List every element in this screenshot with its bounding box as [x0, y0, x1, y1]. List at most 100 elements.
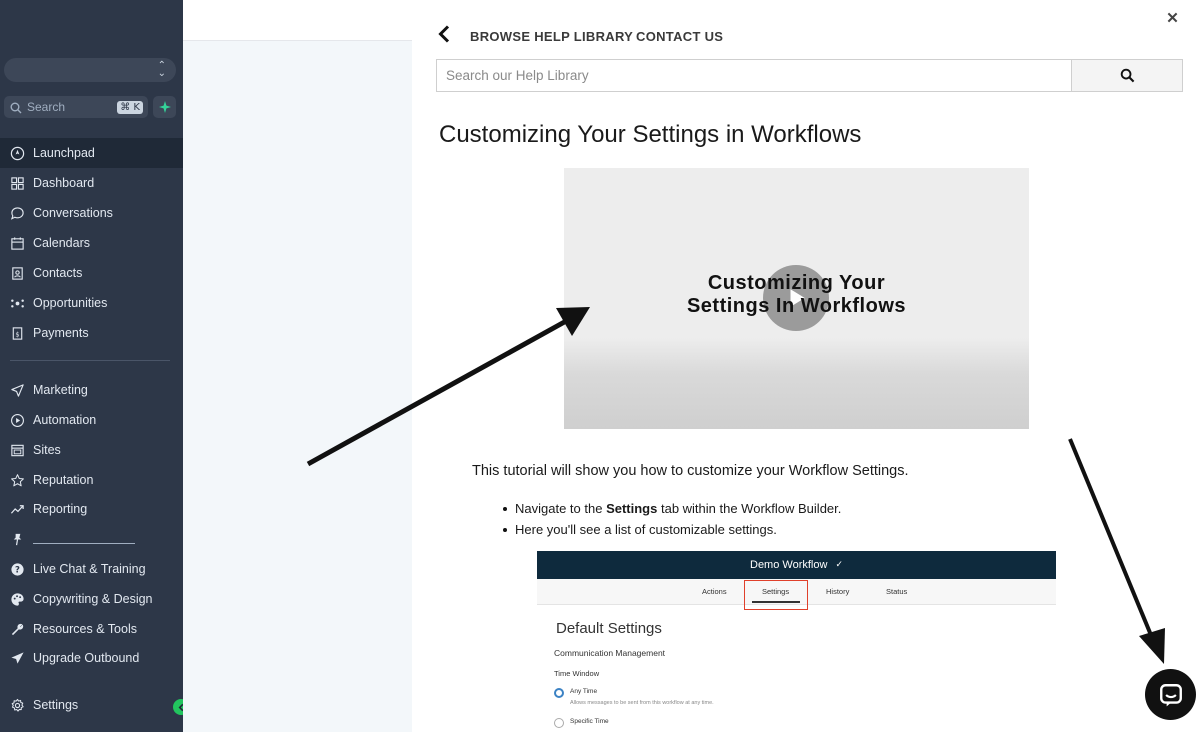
embed-tab-history: History [826, 587, 850, 596]
automation-play-icon [10, 413, 25, 428]
search-shortcut-badge: ⌘ K [117, 100, 143, 114]
embed-tab-status: Status [886, 587, 908, 596]
sidebar-item-label: Launchpad [33, 146, 95, 160]
rocket-icon [10, 146, 25, 161]
embedded-screenshot: Demo Workflow ✓ Actions Settings History… [537, 551, 1056, 732]
sidebar-item-label: Payments [33, 326, 89, 340]
sidebar-item-label: Marketing [33, 383, 88, 397]
sidebar-item-automation[interactable]: Automation [0, 405, 183, 435]
switcher-caret-icon: ⌃ ⌄ [157, 60, 166, 79]
sidebar-item-calendars[interactable]: Calendars [0, 228, 183, 258]
search-icon [10, 101, 22, 114]
sidebar-item-pinned[interactable] [0, 524, 183, 554]
browse-help-library-link[interactable]: BROWSE HELP LIBRARY [470, 29, 633, 44]
radio-any-time [554, 688, 564, 698]
sidebar-item-label: Opportunities [33, 296, 108, 310]
sidebar-item-sites[interactable]: Sites [0, 435, 183, 465]
sidebar-item-label: Reporting [33, 502, 88, 516]
bullet-text: Navigate to the Settings tab within the … [515, 501, 841, 516]
article-bullet-list: Navigate to the Settings tab within the … [503, 498, 841, 540]
contact-us-link[interactable]: CONTACT US [636, 29, 723, 44]
video-player[interactable]: Customizing Your Settings In Workflows [564, 168, 1029, 429]
sites-window-icon [10, 443, 25, 458]
sidebar-item-marketing[interactable]: Marketing [0, 375, 183, 405]
sparkle-icon [158, 101, 171, 113]
list-item: Navigate to the Settings tab within the … [503, 498, 841, 519]
pinned-separator [33, 543, 135, 544]
gear-icon [10, 698, 25, 713]
star-icon [10, 473, 25, 488]
bullet-text-bold: Settings [606, 501, 658, 516]
bullet-text-pre: Navigate to the [515, 501, 607, 516]
help-search-button[interactable] [1071, 59, 1183, 92]
account-switcher[interactable]: ⌃ ⌄ [4, 58, 176, 82]
opportunities-network-icon [10, 296, 25, 311]
sidebar-item-label: Calendars [33, 236, 90, 250]
video-title-line-1: Customizing Your [707, 272, 886, 294]
ai-assistant-button[interactable] [153, 96, 176, 118]
sidebar-item-dashboard[interactable]: Dashboard [0, 168, 183, 198]
radio-any-time-desc: Allows messages to be sent from this wor… [570, 700, 714, 706]
sidebar-item-copywriting-design[interactable]: Copywriting & Design [0, 584, 183, 614]
pin-icon [10, 532, 25, 547]
sidebar-item-settings[interactable]: Settings [0, 690, 183, 720]
wrench-icon [10, 622, 25, 637]
calendar-icon [10, 236, 25, 251]
sidebar-item-label: Dashboard [33, 176, 95, 190]
sidebar-item-reputation[interactable]: Reputation [0, 465, 183, 495]
sidebar-item-label: Automation [33, 413, 97, 427]
chat-widget-button[interactable] [1145, 669, 1196, 720]
paper-plane-icon [10, 383, 25, 398]
chevron-left-icon [438, 25, 450, 43]
sidebar-divider [10, 360, 170, 361]
contacts-book-icon [10, 266, 25, 281]
search-icon [1120, 68, 1134, 83]
edit-pencil-icon: ✓ [835, 560, 843, 570]
sidebar-item-reporting[interactable]: Reporting [0, 494, 183, 524]
sidebar-item-live-chat-training[interactable]: ? Live Chat & Training [0, 554, 183, 584]
bullet-dot [503, 506, 507, 511]
radio-specific-time [554, 718, 564, 728]
sidebar-item-opportunities[interactable]: Opportunities [0, 288, 183, 318]
radio-specific-time-label: Specific Time [570, 718, 609, 725]
sidebar-search[interactable]: Search ⌘ K [4, 96, 148, 118]
sidebar-item-upgrade-outbound[interactable]: Upgrade Outbound [0, 643, 183, 673]
sidebar-item-label: Contacts [33, 266, 83, 280]
bullet-dot [503, 527, 507, 532]
sidebar-item-label: Upgrade Outbound [33, 651, 140, 665]
embed-workflow-title: Demo Workflow [750, 559, 828, 571]
sidebar-item-label: Live Chat & Training [33, 562, 146, 576]
video-title-line-2: Settings In Workflows [686, 295, 907, 317]
embed-time-window-label: Time Window [554, 669, 600, 678]
close-button[interactable] [1163, 8, 1181, 26]
sidebar-item-resources-tools[interactable]: Resources & Tools [0, 614, 183, 644]
chat-bubble-icon [10, 206, 25, 221]
back-button[interactable] [437, 24, 451, 44]
sidebar-item-launchpad[interactable]: Launchpad [0, 138, 183, 168]
sidebar-item-label: Settings [33, 698, 79, 712]
embed-section-title: Communication Management [554, 648, 666, 658]
sidebar-item-label: Resources & Tools [33, 622, 137, 636]
video-thumbnail-title: Customizing Your Settings In Workflows [564, 272, 1029, 318]
svg-text:$: $ [15, 330, 19, 338]
sidebar-item-payments[interactable]: $ Payments [0, 318, 183, 348]
sidebar-item-conversations[interactable]: Conversations [0, 198, 183, 228]
article-title: Customizing Your Settings in Workflows [439, 121, 862, 148]
help-search-input[interactable] [436, 59, 1072, 92]
svg-text:?: ? [15, 564, 20, 574]
video-thumbnail-fog [564, 338, 1029, 429]
dashboard-grid-icon [10, 176, 25, 191]
palette-icon [10, 592, 25, 607]
bullet-text-post: tab within the Workflow Builder. [657, 501, 842, 516]
page-background [183, 41, 412, 732]
settings-highlight-box [744, 580, 808, 610]
bullet-text: Here you'll see a list of customizable s… [515, 522, 777, 537]
sidebar-item-label: Reputation [33, 473, 94, 487]
radio-any-time-label: Any Time [570, 688, 598, 695]
sidebar: ⌃ ⌄ Search ⌘ K Launchpad Dashboard Conver… [0, 0, 189, 732]
send-icon [10, 651, 25, 666]
sidebar-item-contacts[interactable]: Contacts [0, 258, 183, 288]
trend-line-icon [10, 502, 25, 517]
sidebar-search-label: Search [27, 100, 66, 114]
embed-workflow-header: Demo Workflow ✓ [537, 551, 1056, 579]
